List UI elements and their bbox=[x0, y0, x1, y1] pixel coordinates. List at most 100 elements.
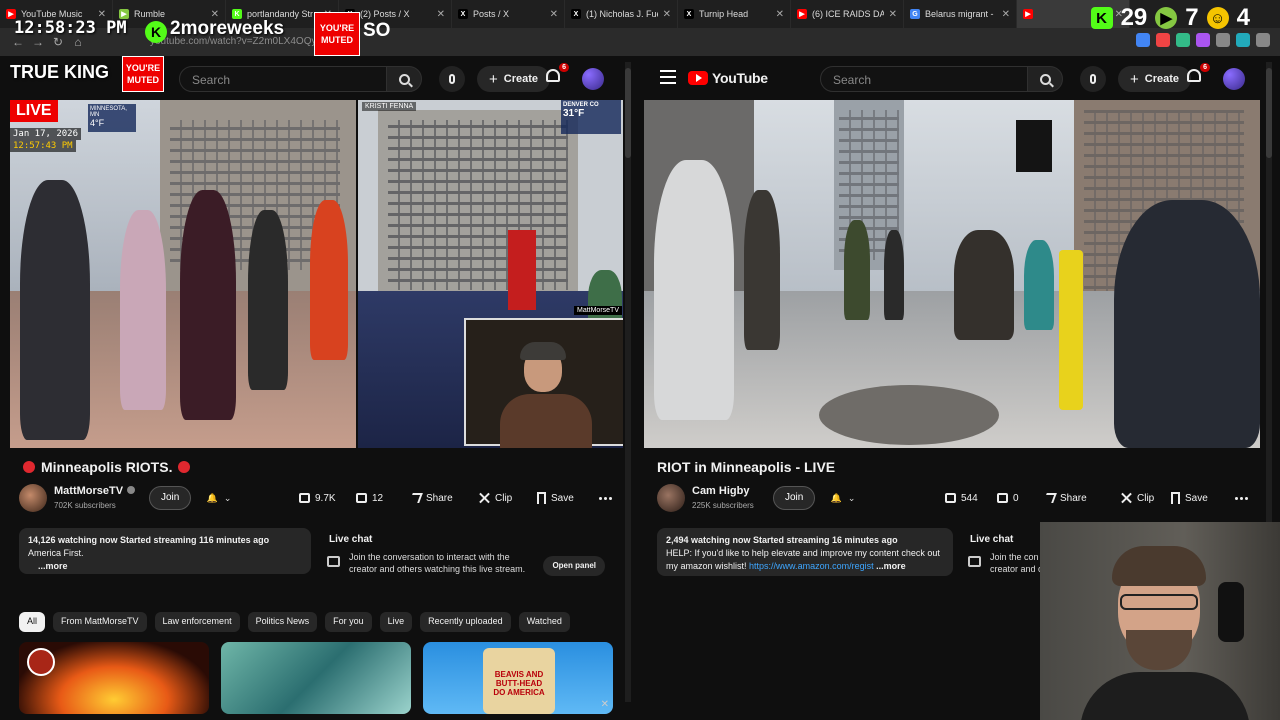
dislike-button[interactable]: 0 bbox=[997, 486, 1019, 510]
street-scene-left: LIVE Jan 17, 2026 12:57:43 PM MINNESOTA,… bbox=[10, 100, 356, 448]
filter-chip[interactable]: All bbox=[19, 612, 46, 632]
dislike-count: 12 bbox=[372, 492, 384, 504]
extension-icon[interactable] bbox=[1176, 33, 1190, 47]
tab-close-icon[interactable]: ✕ bbox=[889, 9, 897, 20]
subscriber-count: 702K subscribers bbox=[54, 501, 116, 510]
scrollbar[interactable] bbox=[625, 62, 631, 702]
notification-count: 6 bbox=[1200, 63, 1210, 72]
yellow-bollard bbox=[1059, 250, 1083, 410]
close-icon[interactable]: ✕ bbox=[601, 699, 609, 710]
extension-icons bbox=[1136, 33, 1270, 47]
video-thumbnail[interactable] bbox=[221, 642, 411, 714]
search-button[interactable] bbox=[1027, 66, 1063, 92]
weather-widget: DENVER CO 31°F bbox=[561, 100, 621, 134]
description-box[interactable]: 14,126 watching now Started streaming 11… bbox=[19, 528, 311, 574]
scrollbar-thumb[interactable] bbox=[1266, 68, 1272, 158]
filter-chip[interactable]: For you bbox=[325, 612, 372, 632]
browser-tab[interactable]: X (1) Nicholas J. Fue ✕ bbox=[565, 0, 678, 28]
search-placeholder: Search bbox=[833, 73, 872, 87]
youtube-logo[interactable]: YouTube bbox=[688, 70, 768, 86]
tab-close-icon[interactable]: ✕ bbox=[550, 9, 558, 20]
screen: ▶ YouTube Music ✕ ▶ Rumble ✕ Kportlandandy Str… bbox=[0, 0, 1280, 720]
person bbox=[310, 200, 348, 360]
filter-chip[interactable]: Politics News bbox=[247, 612, 318, 632]
create-button[interactable]: + Create bbox=[477, 66, 551, 92]
join-button[interactable]: Join bbox=[773, 486, 816, 510]
filter-chip[interactable]: From MattMorseTV bbox=[53, 612, 147, 632]
filter-chip[interactable]: Watched bbox=[518, 612, 570, 632]
search-button[interactable] bbox=[386, 66, 422, 92]
extension-icon[interactable] bbox=[1196, 33, 1210, 47]
tab-close-icon[interactable]: ✕ bbox=[1002, 9, 1010, 20]
open-chat-panel-button[interactable]: Open panel bbox=[543, 556, 605, 576]
voice-search-button[interactable] bbox=[439, 66, 465, 92]
browser-tab[interactable]: X Turnip Head ✕ bbox=[678, 0, 791, 28]
menu-icon[interactable] bbox=[1256, 33, 1270, 47]
share-icon bbox=[409, 493, 423, 503]
streamer-webcam-inset: MattMorseTV bbox=[464, 306, 623, 448]
tab-close-icon[interactable]: ✕ bbox=[776, 9, 784, 20]
weather-temp: 4°F bbox=[90, 118, 105, 128]
filter-chip[interactable]: Law enforcement bbox=[154, 612, 240, 632]
extension-icon[interactable] bbox=[1136, 33, 1150, 47]
like-button[interactable]: 544 bbox=[945, 486, 978, 510]
video-thumbnail[interactable]: BEAVIS AND BUTT-HEAD DO AMERICA ✕ bbox=[423, 642, 613, 714]
more-actions-button[interactable] bbox=[1235, 486, 1248, 510]
description-more[interactable]: ...more bbox=[38, 560, 302, 573]
share-button[interactable]: Share bbox=[1043, 486, 1087, 510]
extension-icon[interactable] bbox=[1156, 33, 1170, 47]
true-king-overlay: TRUE KING bbox=[10, 62, 109, 82]
chevron-down-icon: ⌄ bbox=[847, 492, 856, 503]
video-player[interactable]: LIVE Jan 17, 2026 12:57:43 PM MINNESOTA,… bbox=[10, 100, 623, 448]
channel-name[interactable]: Cam Higby bbox=[692, 485, 749, 497]
description-box[interactable]: 2,494 watching now Started streaming 16 … bbox=[657, 528, 953, 576]
weather-location: MINNESOTA, MN bbox=[90, 106, 127, 118]
more-actions-button[interactable] bbox=[599, 486, 612, 510]
account-avatar[interactable] bbox=[1223, 68, 1245, 90]
save-button[interactable]: Save bbox=[1171, 486, 1208, 510]
extension-icon[interactable] bbox=[1216, 33, 1230, 47]
description-more[interactable]: ...more bbox=[876, 561, 906, 571]
tab-favicon-icon: X bbox=[684, 9, 694, 19]
subscription-bell-button[interactable]: 🔔 ⌄ bbox=[197, 486, 241, 510]
save-button[interactable]: Save bbox=[537, 486, 574, 510]
tab-close-icon[interactable]: ✕ bbox=[663, 9, 671, 20]
browser-tab[interactable]: G Belarus migrant - ✕ bbox=[904, 0, 1017, 28]
join-button[interactable]: Join bbox=[149, 486, 192, 510]
notifications-button[interactable]: 6 bbox=[546, 63, 569, 87]
tab-title: Belarus migrant - bbox=[925, 9, 994, 19]
account-avatar[interactable] bbox=[582, 68, 604, 90]
channel-logo bbox=[27, 648, 55, 676]
search-input[interactable]: Search bbox=[179, 66, 409, 92]
live-chat-collapsed: Live chat Join the conversation to inter… bbox=[321, 528, 613, 576]
channel-avatar[interactable] bbox=[19, 484, 47, 512]
filter-chip[interactable]: Live bbox=[379, 612, 413, 632]
video-player[interactable] bbox=[644, 100, 1260, 448]
clip-button[interactable]: Clip bbox=[1121, 486, 1154, 510]
scrollbar-thumb[interactable] bbox=[625, 68, 631, 158]
channel-name[interactable]: MattMorseTV bbox=[54, 485, 136, 497]
tab-close-icon[interactable]: ✕ bbox=[437, 9, 445, 20]
rumble-icon: ▶ bbox=[1155, 7, 1178, 29]
share-button[interactable]: Share bbox=[409, 486, 453, 510]
description-link[interactable]: https://www.amazon.com/regist bbox=[749, 561, 874, 571]
extension-icon[interactable] bbox=[1236, 33, 1250, 47]
browser-tab[interactable]: X Posts / X ✕ bbox=[452, 0, 565, 28]
bell-icon: 🔔 bbox=[206, 492, 218, 503]
menu-icon[interactable] bbox=[660, 70, 676, 84]
video-thumbnail[interactable] bbox=[19, 642, 209, 714]
kick-logo-icon: K bbox=[145, 21, 167, 43]
create-button[interactable]: + Create bbox=[1118, 66, 1192, 92]
like-button[interactable]: 9.7K bbox=[299, 486, 336, 510]
dislike-button[interactable]: 12 bbox=[356, 486, 383, 510]
search-input[interactable]: Search bbox=[820, 66, 1030, 92]
filter-chip[interactable]: Recently uploaded bbox=[420, 612, 511, 632]
live-badge: LIVE bbox=[10, 100, 58, 122]
browser-tab[interactable]: ▶ (6) ICE RAIDS DAY ✕ bbox=[791, 0, 904, 28]
clip-button[interactable]: Clip bbox=[479, 486, 512, 510]
red-circle-icon bbox=[178, 461, 191, 473]
subscription-bell-button[interactable]: 🔔 ⌄ bbox=[821, 486, 865, 510]
notifications-button[interactable]: 6 bbox=[1187, 63, 1210, 87]
channel-avatar[interactable] bbox=[657, 484, 685, 512]
voice-search-button[interactable] bbox=[1080, 66, 1106, 92]
